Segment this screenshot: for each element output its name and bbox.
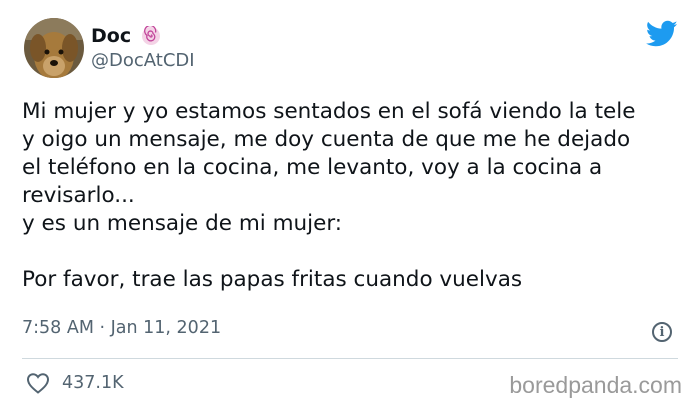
tweet-line: Por favor, trae las papas fritas cuando … (22, 267, 523, 292)
like-count: 437.1K (62, 373, 124, 393)
twitter-bird-icon[interactable] (645, 20, 678, 48)
dog-avatar-icon (24, 18, 84, 78)
info-icon[interactable]: i (652, 322, 672, 342)
author-handle[interactable]: @DocAtCDI (91, 50, 195, 71)
divider (22, 358, 678, 359)
display-name[interactable]: Doc (91, 25, 131, 47)
tweet-text: Mi mujer y yo estamos sentados en el sof… (22, 98, 692, 294)
heart-icon (26, 373, 50, 394)
tweet-line: revisarlo... (22, 183, 135, 208)
avatar[interactable] (24, 18, 84, 78)
tweet-timestamp[interactable]: 7:58 AM · Jan 11, 2021 (22, 318, 221, 338)
like-button[interactable]: 437.1K (26, 372, 124, 394)
spiral-emoji-icon (141, 24, 161, 46)
watermark: boredpanda.com (509, 372, 682, 398)
tweet-line: y oigo un mensaje, me doy cuenta de que … (22, 127, 631, 152)
tweet-line: el teléfono en la cocina, me levanto, vo… (22, 155, 603, 180)
tweet-line: Mi mujer y yo estamos sentados en el sof… (22, 99, 636, 124)
tweet-card: Doc @DocAtCDI Mi mujer y yo estamos sent… (0, 0, 700, 411)
author-name-row[interactable]: Doc (91, 22, 161, 50)
tweet-line: y es un mensaje de mi mujer: (22, 211, 343, 236)
